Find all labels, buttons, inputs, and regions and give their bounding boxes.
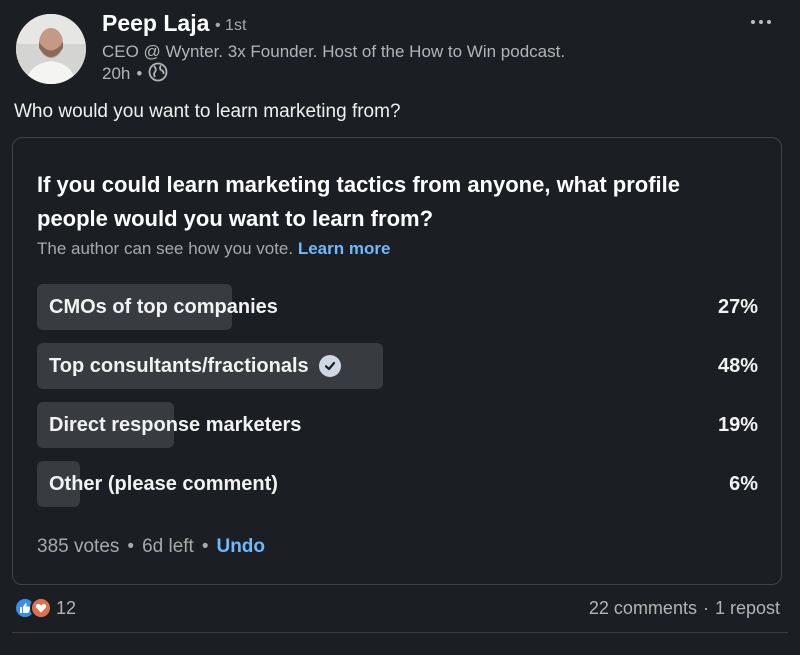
poll-note-text: The author can see how you vote.: [37, 239, 294, 258]
post-time: 20h: [102, 64, 131, 83]
poll-option[interactable]: CMOs of top companies 27%: [37, 284, 758, 330]
comments-count[interactable]: 22 comments: [589, 598, 697, 619]
connection-degree: • 1st: [215, 17, 247, 34]
selected-check-icon: [318, 355, 341, 377]
time-left: 6d left: [142, 536, 194, 557]
poll-option-percent: 48%: [717, 354, 758, 377]
reaction-count: 12: [56, 597, 77, 618]
poll-privacy-note: The author can see how you vote. Learn m…: [37, 239, 390, 259]
poll-question: If you could learn marketing tactics fro…: [37, 172, 681, 231]
feed-post: Peep Laja • 1st CEO @ Wynter. 3x Founder…: [0, 0, 800, 655]
poll-option-label: Top consultants/fractionals: [49, 354, 309, 377]
reposts-count[interactable]: 1 repost: [715, 598, 780, 619]
undo-vote-button[interactable]: Undo: [216, 536, 265, 558]
poll-option-label: Other (please comment): [49, 472, 278, 495]
poll-option-percent: 6%: [729, 472, 758, 495]
vote-count: 385 votes: [37, 536, 120, 557]
poll-footer: 385 votes • 6d left • Undo: [37, 536, 265, 558]
globe-icon: [148, 62, 168, 87]
footer-separator: •: [201, 536, 209, 557]
divider: [12, 632, 788, 633]
more-options-icon[interactable]: [746, 10, 776, 34]
author-name[interactable]: Peep Laja: [102, 10, 209, 37]
poll-card: If you could learn marketing tactics fro…: [12, 137, 782, 585]
footer-separator: •: [127, 536, 135, 557]
engagement-counts: 22 comments · 1 repost: [589, 596, 780, 620]
author-avatar[interactable]: [16, 14, 86, 84]
author-headline: CEO @ Wynter. 3x Founder. Host of the Ho…: [102, 42, 566, 61]
poll-option-label: CMOs of top companies: [49, 295, 278, 318]
poll-option-label: Direct response marketers: [49, 413, 302, 436]
love-icon: [30, 597, 52, 619]
learn-more-link[interactable]: Learn more: [298, 239, 391, 258]
poll-option[interactable]: Top consultants/fractionals 48%: [37, 343, 758, 389]
poll-option[interactable]: Other (please comment) 6%: [37, 461, 758, 507]
meta-separator: •: [136, 64, 143, 83]
poll-option-percent: 27%: [717, 295, 758, 318]
post-meta: 20h •: [102, 62, 168, 87]
post-text: Who would you want to learn marketing fr…: [14, 101, 401, 122]
counts-separator: ·: [702, 597, 709, 618]
poll-option[interactable]: Direct response marketers 19%: [37, 402, 758, 448]
poll-option-percent: 19%: [717, 413, 758, 436]
reactions-summary[interactable]: 12: [14, 596, 76, 620]
